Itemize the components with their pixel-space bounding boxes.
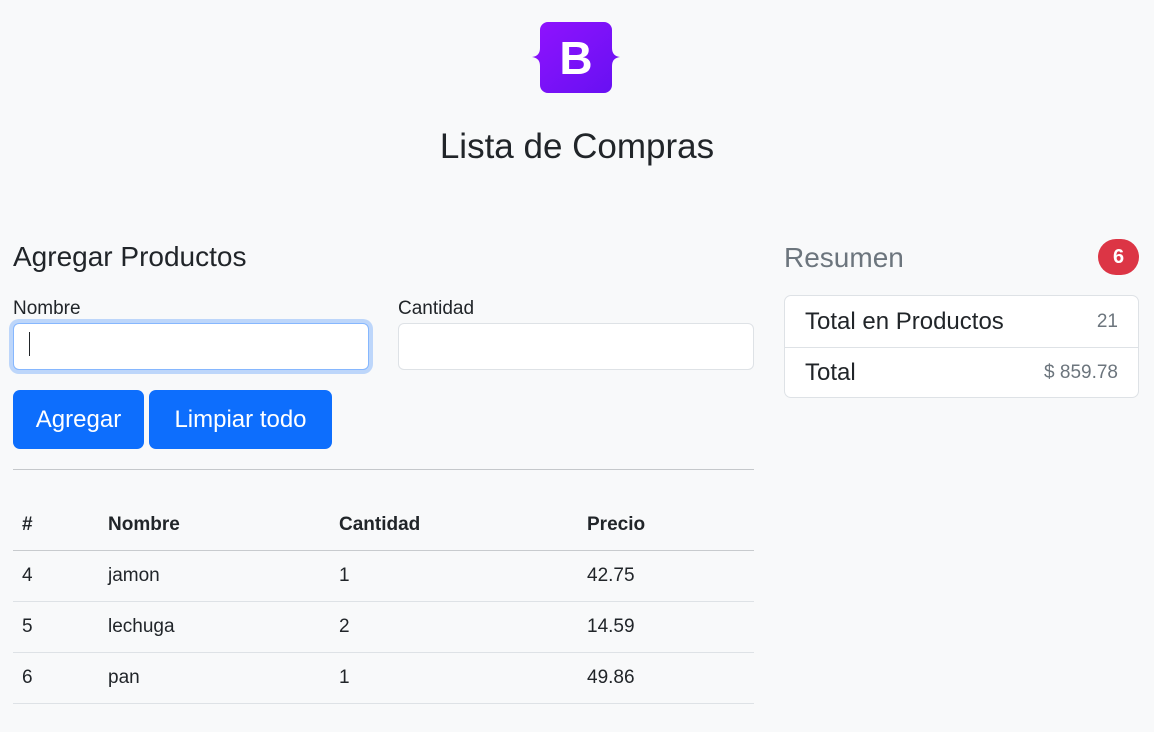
quantity-group: Cantidad xyxy=(398,296,754,370)
summary-item-value: $ 859.78 xyxy=(1044,362,1118,383)
quantity-input[interactable] xyxy=(398,323,754,370)
section-title: Agregar Productos xyxy=(13,241,247,272)
summary-list: Total en Productos 21 Total $ 859.78 xyxy=(784,295,1139,398)
cell-quantity: 1 xyxy=(330,550,578,602)
divider xyxy=(13,469,754,470)
column-header-price: Precio xyxy=(578,500,754,551)
bootstrap-logo: B xyxy=(532,22,620,93)
cell-id: 4 xyxy=(13,550,99,602)
cell-name: pan xyxy=(99,652,330,704)
summary-item-total: Total $ 859.78 xyxy=(785,347,1138,398)
cell-price: 42.75 xyxy=(578,550,754,602)
cell-id: 5 xyxy=(13,601,99,653)
cell-name: jamon xyxy=(99,550,330,602)
text-caret xyxy=(29,332,30,356)
summary-item-total-products: Total en Productos 21 xyxy=(785,296,1138,347)
table-header-row: # Nombre Cantidad Precio xyxy=(13,500,754,551)
table-row: 5 lechuga 2 14.59 xyxy=(13,601,754,653)
column-header-name: Nombre xyxy=(99,500,330,551)
page-title: Lista de Compras xyxy=(439,127,715,166)
logo-letter: B xyxy=(559,32,592,84)
product-form: Nombre Cantidad xyxy=(13,296,754,376)
cell-name: lechuga xyxy=(99,601,330,653)
cell-id: 6 xyxy=(13,652,99,704)
clear-all-button[interactable]: Limpiar todo xyxy=(149,390,332,449)
add-products-section: Agregar Productos Nombre Cantidad Agrega… xyxy=(13,238,754,704)
cell-quantity: 2 xyxy=(330,601,578,653)
products-table: # Nombre Cantidad Precio 4 jamon 1 42.75… xyxy=(13,500,754,704)
name-label: Nombre xyxy=(13,298,81,319)
table-row: 4 jamon 1 42.75 xyxy=(13,550,754,602)
add-button[interactable]: Agregar xyxy=(13,390,144,449)
summary-item-label: Total xyxy=(805,359,856,386)
cell-price: 49.86 xyxy=(578,652,754,704)
column-header-id: # xyxy=(13,500,99,551)
table-row: 6 pan 1 49.86 xyxy=(13,652,754,704)
column-header-quantity: Cantidad xyxy=(330,500,578,551)
quantity-label: Cantidad xyxy=(398,298,475,319)
name-group: Nombre xyxy=(13,296,369,370)
summary-item-label: Total en Productos xyxy=(805,307,1004,335)
cell-quantity: 1 xyxy=(330,652,578,704)
item-count-badge: 6 xyxy=(1098,239,1139,275)
summary-title: Resumen xyxy=(784,242,904,273)
cell-price: 14.59 xyxy=(578,601,754,653)
summary-section: Resumen 6 Total en Productos 21 Total $ … xyxy=(784,238,1139,398)
name-input[interactable] xyxy=(13,323,369,370)
summary-item-value: 21 xyxy=(1096,310,1118,332)
